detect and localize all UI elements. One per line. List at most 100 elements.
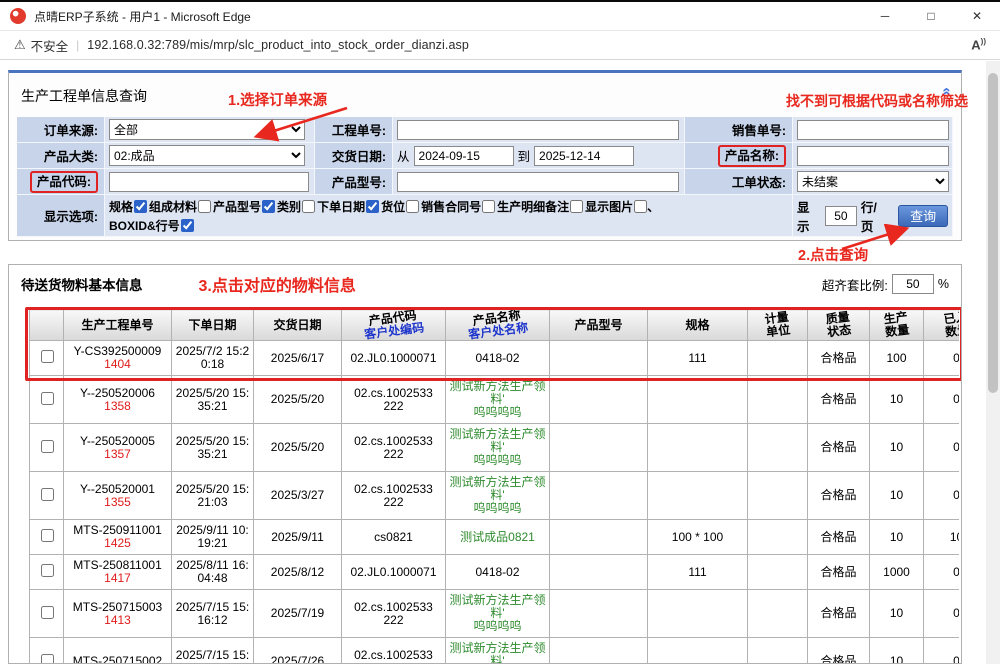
date-to-input[interactable] bbox=[534, 146, 634, 166]
category-select[interactable]: 02:成品 bbox=[109, 145, 305, 166]
cell-order-date: 2025/5/20 15:21:03 bbox=[172, 472, 254, 520]
pager-field: 显示 行/页 查询 bbox=[793, 195, 953, 237]
display-option-checkbox[interactable] bbox=[634, 200, 647, 213]
cell-product-name: 0418-02 bbox=[446, 341, 550, 376]
table-row[interactable]: MTS-25091100114252025/9/11 10:19:212025/… bbox=[30, 520, 960, 555]
display-option-销售合同号[interactable]: 销售合同号 bbox=[421, 198, 495, 215]
product-code-input[interactable] bbox=[109, 172, 309, 192]
cell-spec: 100 * 100 bbox=[648, 520, 748, 555]
status-label: 工单状态: bbox=[685, 169, 793, 195]
cell-qty: 10 bbox=[870, 376, 924, 424]
materials-table-wrap: 生产工程单号下单日期交货日期产品代码客户处编码产品名称客户处名称产品型号规格计量… bbox=[29, 309, 959, 664]
cell-delivery-date: 2025/8/12 bbox=[254, 555, 342, 590]
display-option-下单日期[interactable]: 下单日期 bbox=[317, 198, 379, 215]
row-checkbox[interactable] bbox=[41, 654, 54, 664]
display-option-产品型号[interactable]: 产品型号 bbox=[213, 198, 275, 215]
page-url[interactable]: 192.168.0.32:789/mis/mrp/slc_product_int… bbox=[87, 38, 469, 52]
product-code-field bbox=[105, 169, 315, 195]
cell-model bbox=[550, 590, 648, 638]
display-option-checkbox[interactable] bbox=[302, 200, 315, 213]
cell-spec bbox=[648, 638, 748, 664]
display-option-checkbox[interactable] bbox=[198, 200, 211, 213]
cell-order-no: Y--2505200051357 bbox=[64, 424, 172, 472]
display-option-货位[interactable]: 货位 bbox=[381, 198, 419, 215]
display-option-checkbox[interactable] bbox=[406, 200, 419, 213]
product-name-input[interactable] bbox=[797, 146, 949, 166]
order-source-select[interactable]: 全部 bbox=[109, 119, 305, 140]
display-option-BOXID&行号[interactable]: BOXID&行号 bbox=[109, 217, 194, 234]
cell-product-code: 02.cs.1002533222 bbox=[342, 376, 446, 424]
display-options-label: 显示选项: bbox=[17, 195, 105, 237]
product-code-label: 产品代码: bbox=[17, 169, 105, 195]
cell-in-qty: 0 bbox=[924, 590, 960, 638]
annotation-step1: 1.选择订单来源 bbox=[228, 89, 327, 110]
display-option-组成材料[interactable]: 组成材料 bbox=[149, 198, 211, 215]
materials-panel: 待送货物料基本信息 3.点击对应的物料信息 超齐套比例: % 生产工程单号下单日… bbox=[8, 264, 962, 664]
row-checkbox[interactable] bbox=[41, 606, 54, 619]
display-option-label: 组成材料 bbox=[149, 198, 197, 215]
minimize-button[interactable]: ─ bbox=[862, 2, 908, 30]
cell-product-name: 测试新方法生产领料'呜呜呜呜 bbox=[446, 424, 550, 472]
row-checkbox[interactable] bbox=[41, 350, 54, 363]
cell-in-qty: 0 bbox=[924, 341, 960, 376]
cell-select bbox=[30, 590, 64, 638]
security-label[interactable]: 不安全 bbox=[31, 36, 69, 55]
cell-in-qty: 0 bbox=[924, 424, 960, 472]
cell-order-date: 2025/7/15 15:16:12 bbox=[172, 590, 254, 638]
read-aloud-icon[interactable]: A)) bbox=[971, 37, 986, 52]
cell-unit bbox=[748, 590, 808, 638]
cell-delivery-date: 2025/6/17 bbox=[254, 341, 342, 376]
product-name-label: 产品名称: bbox=[685, 143, 793, 169]
cell-product-name: 测试新方法生产领料'呜呜呜呜 bbox=[446, 472, 550, 520]
table-row[interactable]: MTS-25071500314132025/7/15 15:16:122025/… bbox=[30, 590, 960, 638]
table-body: Y-CS39250000914042025/7/2 15:20:182025/6… bbox=[30, 341, 960, 664]
project-no-field bbox=[393, 117, 685, 143]
display-option-checkbox[interactable] bbox=[482, 200, 495, 213]
cell-delivery-date: 2025/3/27 bbox=[254, 472, 342, 520]
row-checkbox[interactable] bbox=[41, 440, 54, 453]
materials-panel-header: 待送货物料基本信息 3.点击对应的物料信息 超齐套比例: % bbox=[9, 265, 961, 299]
product-model-input[interactable] bbox=[397, 172, 679, 192]
cell-quality: 合格品 bbox=[808, 638, 870, 664]
close-button[interactable]: ✕ bbox=[954, 2, 1000, 30]
column-header-qty: 生产数量 bbox=[870, 310, 924, 341]
table-row[interactable]: Y--25052000513572025/5/20 15:35:212025/5… bbox=[30, 424, 960, 472]
display-option-checkbox[interactable] bbox=[366, 200, 379, 213]
scrollbar-thumb[interactable] bbox=[988, 73, 998, 393]
status-select[interactable]: 未结案 bbox=[797, 171, 949, 192]
table-row[interactable]: MTS-25081100114172025/8/11 16:04:482025/… bbox=[30, 555, 960, 590]
maximize-button[interactable]: □ bbox=[908, 2, 954, 30]
column-header-product-code: 产品代码客户处编码 bbox=[342, 310, 446, 341]
project-no-input[interactable] bbox=[397, 120, 679, 140]
cell-order-no: MTS-2507150031413 bbox=[64, 590, 172, 638]
display-option-checkbox[interactable] bbox=[181, 219, 194, 232]
row-checkbox[interactable] bbox=[41, 564, 54, 577]
table-row[interactable]: MTS-2507150022025/7/15 15:12025/7/2602.c… bbox=[30, 638, 960, 664]
row-checkbox[interactable] bbox=[41, 529, 54, 542]
display-option-label: 产品型号 bbox=[213, 198, 261, 215]
search-button[interactable]: 查询 bbox=[898, 205, 948, 227]
display-option-label: BOXID&行号 bbox=[109, 217, 180, 234]
display-option-checkbox[interactable] bbox=[134, 200, 147, 213]
table-row[interactable]: Y-CS39250000914042025/7/2 15:20:182025/6… bbox=[30, 341, 960, 376]
column-header-delivery-date: 交货日期 bbox=[254, 310, 342, 341]
display-option-生产明细备注[interactable]: 生产明细备注 bbox=[497, 198, 583, 215]
order-source-label: 订单来源: bbox=[17, 117, 105, 143]
page-scrollbar[interactable] bbox=[986, 61, 1000, 664]
table-row[interactable]: Y--25052000113552025/5/20 15:21:032025/3… bbox=[30, 472, 960, 520]
cell-spec bbox=[648, 424, 748, 472]
ratio-input[interactable] bbox=[892, 274, 934, 294]
table-row[interactable]: Y--25052000613582025/5/20 15:35:212025/5… bbox=[30, 376, 960, 424]
rows-per-page-input[interactable] bbox=[825, 206, 857, 226]
display-option-类别[interactable]: 类别 bbox=[277, 198, 315, 215]
date-from-input[interactable] bbox=[414, 146, 514, 166]
cell-delivery-date: 2025/5/20 bbox=[254, 376, 342, 424]
display-option-checkbox[interactable] bbox=[570, 200, 583, 213]
display-option-规格[interactable]: 规格 bbox=[109, 198, 147, 215]
display-option-显示图片[interactable]: 显示图片、 bbox=[585, 198, 659, 215]
sales-no-input[interactable] bbox=[797, 120, 949, 140]
row-checkbox[interactable] bbox=[41, 392, 54, 405]
cell-quality: 合格品 bbox=[808, 555, 870, 590]
display-option-checkbox[interactable] bbox=[262, 200, 275, 213]
row-checkbox[interactable] bbox=[41, 488, 54, 501]
